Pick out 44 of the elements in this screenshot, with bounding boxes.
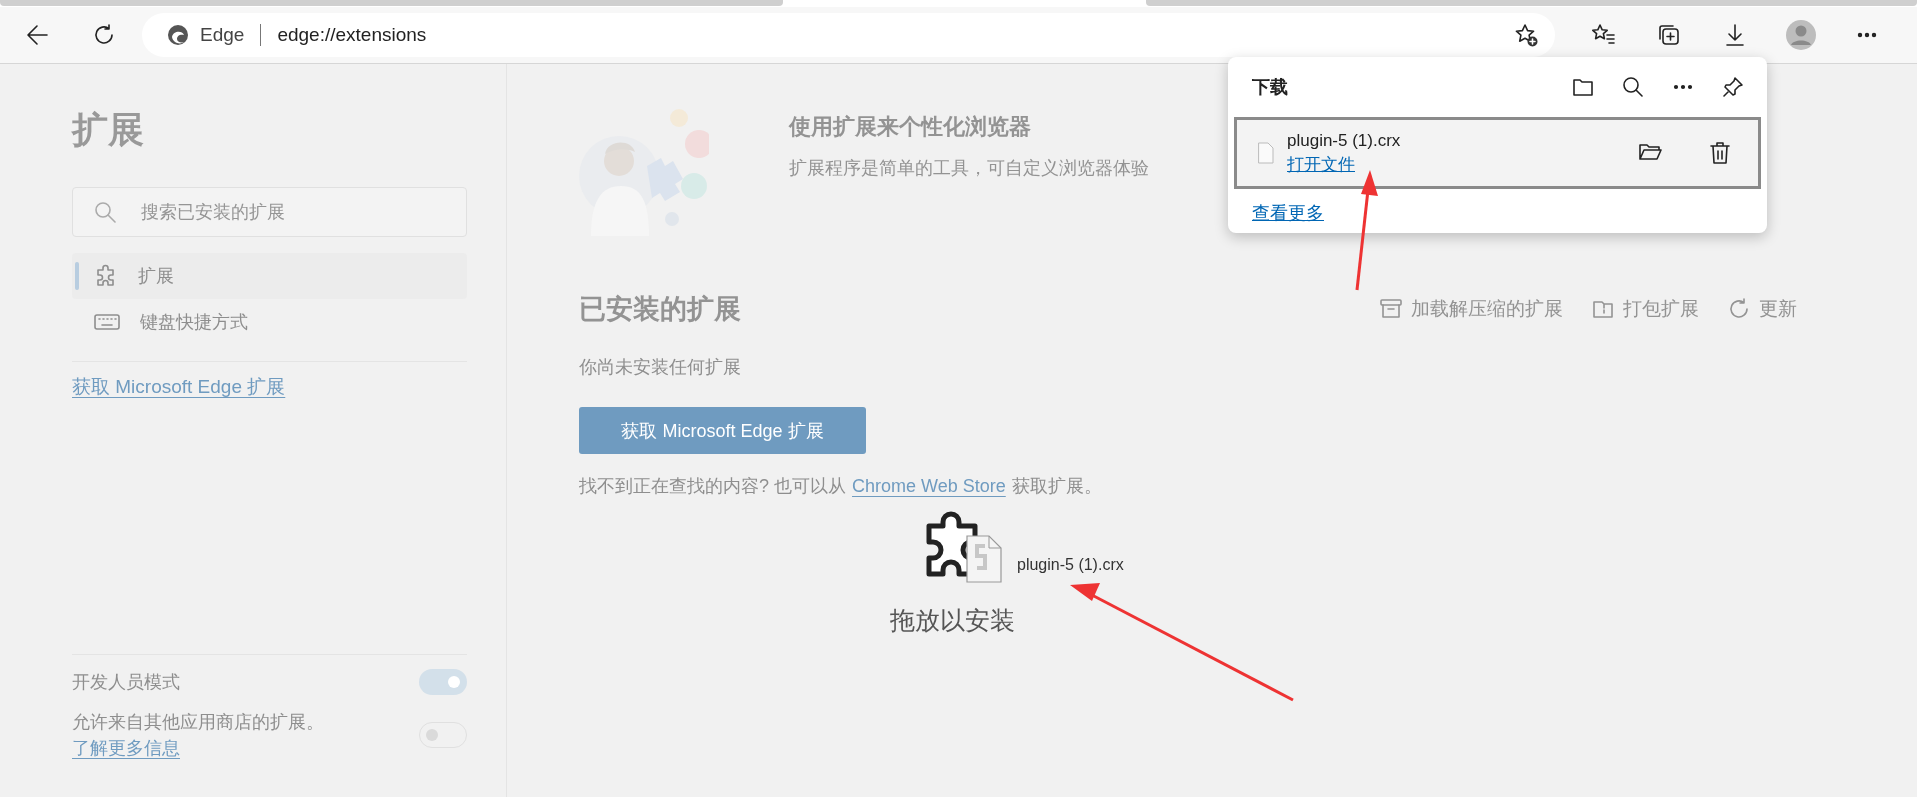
download-item[interactable]: plugin-5 (1).crx 打开文件: [1234, 117, 1761, 189]
search-icon: [94, 201, 116, 223]
pin-icon[interactable]: [1721, 75, 1745, 99]
collections-icon[interactable]: [1656, 22, 1682, 48]
get-extensions-button[interactable]: 获取 Microsoft Edge 扩展: [579, 407, 866, 454]
add-favorite-icon[interactable]: [1513, 22, 1539, 48]
setting-label: 开发人员模式: [72, 670, 181, 694]
sidebar-item-label: 扩展: [138, 265, 174, 288]
page-title: 扩展: [72, 108, 145, 152]
file-name: plugin-5 (1).crx: [1017, 556, 1124, 574]
help-text: 找不到正在查找的内容? 也可以从 Chrome Web Store 获取扩展。: [579, 475, 1103, 498]
section-title: 已安装的扩展: [579, 293, 741, 326]
site-label: Edge: [200, 24, 245, 46]
sidebar-item[interactable]: 键盘快捷方式: [72, 299, 467, 345]
toolbar-action[interactable]: 加载解压缩的扩展: [1379, 296, 1563, 322]
banner-description: 扩展程序是简单的工具，可自定义浏览器体验: [789, 157, 1149, 180]
avatar-icon[interactable]: [1785, 19, 1817, 51]
file-icon: [1257, 142, 1275, 164]
open-file-link[interactable]: 打开文件: [1287, 152, 1355, 176]
back-icon[interactable]: [25, 22, 51, 48]
panel-title: 下载: [1252, 76, 1289, 99]
sidebar-item[interactable]: 扩展: [72, 253, 467, 299]
drop-hint: 拖放以安装: [890, 605, 1015, 636]
toolbar-action[interactable]: 打包扩展: [1591, 296, 1699, 322]
see-more-link[interactable]: 查看更多: [1252, 201, 1324, 225]
keyboard-icon: [94, 312, 120, 332]
refresh-icon: [1727, 297, 1751, 321]
empty-message: 你尚未安装任何扩展: [579, 356, 742, 379]
address-bar[interactable]: Edge edge://extensions: [142, 13, 1555, 57]
learn-more-link[interactable]: 了解更多信息: [72, 737, 180, 758]
file-name: plugin-5 (1).crx: [1287, 130, 1402, 151]
store-link[interactable]: Chrome Web Store: [852, 476, 1006, 496]
search-field[interactable]: 搜索已安装的扩展: [72, 187, 467, 237]
store-link[interactable]: 获取 Microsoft Edge 扩展: [72, 376, 286, 397]
banner-title: 使用扩展来个性化浏览器: [789, 113, 1032, 141]
archive-icon: [1379, 297, 1403, 321]
toggle-switch[interactable]: [419, 668, 467, 695]
toolbar-action[interactable]: 更新: [1727, 296, 1797, 322]
search-icon[interactable]: [1621, 75, 1645, 99]
url-text[interactable]: edge://extensions: [277, 24, 1513, 46]
setting-label: 允许来自其他应用商店的扩展。 了解更多信息: [72, 710, 325, 760]
sidebar-item-label: 键盘快捷方式: [140, 311, 248, 334]
browser-logo-icon: [166, 23, 190, 47]
trash-icon[interactable]: [1708, 140, 1732, 166]
